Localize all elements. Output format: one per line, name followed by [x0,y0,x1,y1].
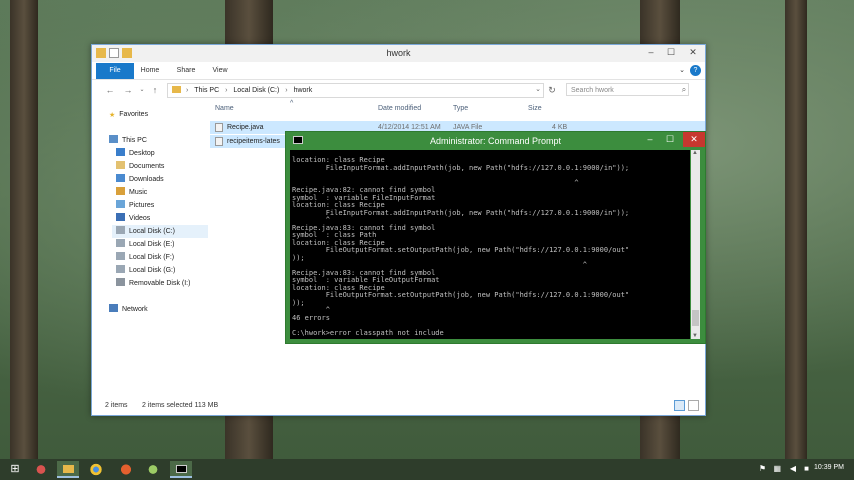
documents-icon [116,161,125,169]
up-button[interactable]: ↑ [150,84,160,96]
file-explorer-icon[interactable] [57,461,79,478]
search-icon[interactable]: ⌕ [679,84,689,96]
nav-documents[interactable]: Documents [116,160,164,173]
file-name: Recipe.java [227,124,264,131]
tray-flag-icon[interactable]: ⚑ [759,464,766,473]
close-button[interactable]: ✕ [683,45,703,60]
console-output[interactable]: location: class Recipe FileInputFormat.a… [290,150,690,339]
nav-local-disk-e[interactable]: Local Disk (E:) [116,238,175,251]
drive-icon [116,252,125,260]
clock[interactable]: 10:39 PM [814,464,844,471]
explorer-title-bar: hwork – ☐ ✕ [92,45,705,62]
breadcrumb-hwork[interactable]: hwork [294,87,313,94]
chrome-icon[interactable] [85,461,107,478]
tab-home[interactable]: Home [137,63,163,79]
forward-button[interactable]: → [123,84,133,96]
tools-icon[interactable] [30,461,52,478]
drive-icon [116,239,125,247]
column-header-date[interactable]: Date modified [378,105,421,112]
recent-locations-icon[interactable]: ⌄ [137,84,147,96]
network-icon [109,304,118,312]
large-icons-view-icon[interactable] [688,400,699,411]
tray-volume-icon[interactable]: ◀ [790,464,796,473]
drive-icon [116,226,125,234]
file-icon [215,137,223,146]
videos-icon [116,213,125,221]
nav-local-disk-g[interactable]: Local Disk (G:) [116,264,175,277]
address-bar[interactable]: › This PC › Local Disk (C:) › hwork [167,83,544,98]
sort-ascending-icon: ^ [290,100,294,107]
usb-drive-icon [116,278,125,286]
nav-local-disk-f[interactable]: Local Disk (F:) [116,251,174,264]
nav-downloads[interactable]: Downloads [116,173,164,186]
java-file-icon [215,123,223,132]
column-header-size[interactable]: Size [528,105,542,112]
nav-network[interactable]: Network [109,303,148,316]
column-header-type[interactable]: Type [453,105,468,112]
scroll-up-icon[interactable]: ▲ [692,150,698,156]
breadcrumb-this-pc[interactable]: This PC [194,87,219,94]
cmd-close-button[interactable]: ✕ [683,132,705,147]
nav-this-pc[interactable]: This PC [109,134,147,147]
nav-local-disk-c[interactable]: Local Disk (C:) [112,225,208,238]
details-view-icon[interactable] [674,400,685,411]
command-prompt-window: Administrator: Command Prompt – ☐ ✕ loca… [285,131,706,344]
search-input[interactable]: Search hwork [566,83,689,96]
tree-trunk [785,0,807,460]
breadcrumb-separator: › [185,87,189,94]
selection-info: 2 items selected 113 MB [142,402,219,409]
pictures-icon [116,200,125,208]
cmd-title-bar: Administrator: Command Prompt – ☐ ✕ [286,132,705,149]
tray-network-icon[interactable]: ▦ [773,464,781,473]
item-count: 2 items [105,402,128,409]
desktop-icon [116,148,125,156]
nav-favorites[interactable]: ★ Favorites [109,108,148,121]
command-prompt-taskbar-icon[interactable] [170,461,192,478]
cmd-maximize-button[interactable]: ☐ [660,132,680,147]
nav-removable-disk[interactable]: Removable Disk (I:) [116,277,190,290]
scroll-thumb[interactable] [692,310,699,326]
maximize-button[interactable]: ☐ [661,45,681,60]
console-text: location: class Recipe FileInputFormat.a… [292,156,630,337]
file-name: recipeitems-lates [227,138,280,145]
tree-trunk [10,0,38,460]
expand-ribbon-icon[interactable]: ⌄ [677,63,687,79]
start-icon[interactable]: ⊞ [4,461,26,478]
computer-icon [109,135,118,143]
address-row: ← → ⌄ ↑ › This PC › Local Disk (C:) › hw… [92,81,705,99]
scroll-down-icon[interactable]: ▼ [692,333,698,339]
star-icon: ★ [109,112,116,119]
breadcrumb-separator: › [285,87,288,94]
tab-file[interactable]: File [96,63,134,79]
tray-status-icon[interactable]: ■ [804,464,809,473]
help-icon[interactable]: ? [690,65,701,76]
tab-share[interactable]: Share [172,63,200,79]
nav-pictures[interactable]: Pictures [116,199,154,212]
back-button[interactable]: ← [105,84,115,96]
nav-music[interactable]: Music [116,186,147,199]
cmd-minimize-button[interactable]: – [640,132,660,147]
firefox-icon[interactable] [115,461,137,478]
navigation-pane: ★ Favorites This PC Desktop Documents Dow… [92,103,208,393]
window-title: hwork [386,48,411,58]
drive-icon [116,265,125,273]
taskbar: ⊞ ⚑ ▦ ◀ ■ 10:39 PM [0,459,854,480]
music-icon [116,187,125,195]
nav-desktop[interactable]: Desktop [116,147,155,160]
console-scrollbar[interactable]: ▲ ▼ [691,150,700,339]
tab-view[interactable]: View [207,63,233,79]
ribbon: File Home Share View ⌄ ? [92,63,705,80]
address-dropdown-icon[interactable]: ⌄ [533,84,543,96]
column-header-name[interactable]: Name [215,105,234,112]
refresh-button[interactable]: ↻ [547,84,557,96]
downloads-icon [116,174,125,182]
status-bar: 2 items 2 items selected 113 MB [92,397,705,415]
breadcrumb-separator: › [225,87,228,94]
nav-videos[interactable]: Videos [116,212,150,225]
breadcrumb-local-disk[interactable]: Local Disk (C:) [233,87,279,94]
notepadpp-icon[interactable] [142,461,164,478]
folder-icon [172,86,181,93]
minimize-button[interactable]: – [641,45,661,60]
